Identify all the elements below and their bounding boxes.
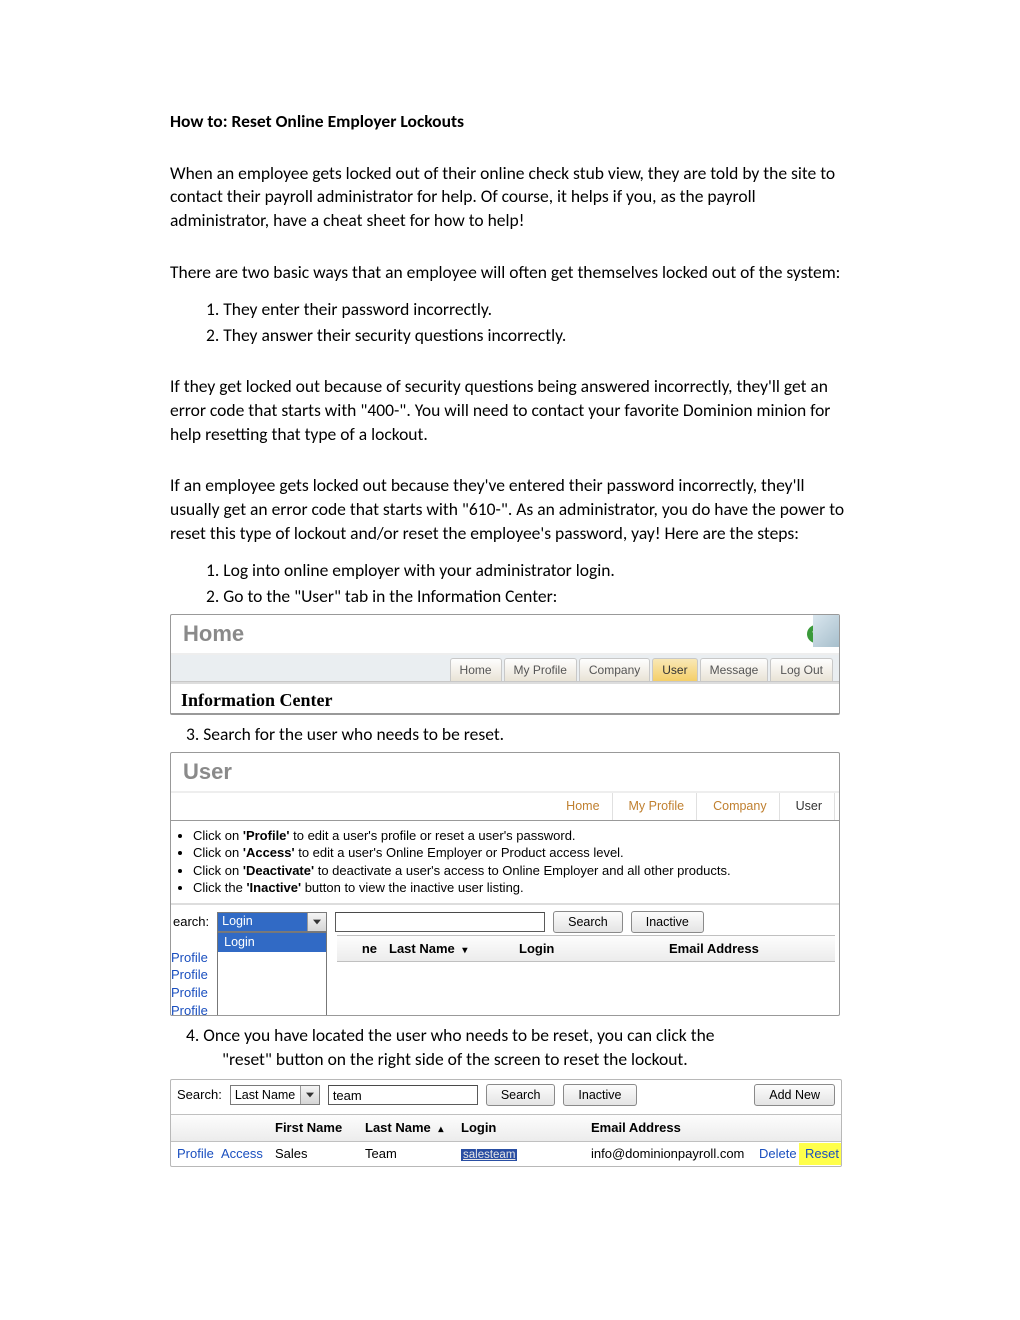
search-input[interactable] — [335, 912, 545, 932]
paragraph-400: If they get locked out because of securi… — [170, 375, 850, 446]
tab2-company[interactable]: Company — [701, 793, 780, 820]
col-email[interactable]: Email Address — [585, 1117, 753, 1139]
inactive-button[interactable]: Inactive — [631, 911, 704, 933]
inactive-button[interactable]: Inactive — [563, 1084, 636, 1106]
col-last-name[interactable]: Last Name ▾ — [383, 938, 513, 960]
step-3: 3. Search for the user who needs to be r… — [170, 723, 850, 747]
chevron-down-icon — [307, 913, 326, 931]
screenshot-user-page: User Home My Profile Company User Click … — [170, 752, 840, 1016]
page-title: How to: Reset Online Employer Lockouts — [170, 110, 850, 134]
steps-1-2: 1. Log into online employer with your ad… — [170, 559, 850, 608]
tab2-my-profile[interactable]: My Profile — [617, 793, 698, 820]
dropdown-option-first-name[interactable]: First Name — [218, 971, 326, 990]
profile-link[interactable]: Profile — [171, 984, 208, 1002]
reason-item-1: 1. They enter their password incorrectly… — [206, 298, 850, 322]
col-ne: ne — [337, 938, 383, 960]
profile-link[interactable]: Profile — [171, 1002, 208, 1016]
tab-log-out[interactable]: Log Out — [770, 658, 833, 681]
row-access-link[interactable]: Access — [215, 1143, 269, 1166]
results-grid-header: First Name Last Name ▴ Login Email Addre… — [171, 1114, 841, 1142]
step-1: 1. Log into online employer with your ad… — [206, 559, 850, 583]
search-input[interactable] — [328, 1085, 478, 1105]
search-type-selected: Login — [222, 913, 253, 930]
tab-message[interactable]: Message — [700, 658, 769, 681]
col-email[interactable]: Email Address — [663, 938, 835, 960]
search-button[interactable]: Search — [553, 911, 623, 933]
table-row: Profile Access Sales Team salesteam info… — [171, 1142, 841, 1167]
row-email: info@dominionpayroll.com — [585, 1143, 753, 1166]
chevron-down-icon — [300, 1086, 319, 1104]
user-page-header: User — [183, 757, 232, 787]
users-grid-header: ne Last Name ▾ Login Email Address — [337, 935, 835, 963]
dropdown-option-company-code[interactable]: Company Code — [218, 1008, 326, 1016]
row-reset-link[interactable]: Reset — [799, 1143, 841, 1166]
add-new-button[interactable]: Add New — [754, 1084, 835, 1106]
search-button[interactable]: Search — [486, 1084, 556, 1106]
search-type-select[interactable]: Login Login Last Name First Name Email A… — [217, 912, 327, 932]
search-type-dropdown-panel[interactable]: Login Last Name First Name Email Address… — [217, 932, 327, 1016]
tab2-home[interactable]: Home — [554, 793, 612, 820]
help-bullet-access: Click on 'Access' to edit a user's Onlin… — [193, 844, 829, 862]
help-bullet-deactivate: Click on 'Deactivate' to deactivate a us… — [193, 862, 829, 880]
step-2: 2. Go to the "User" tab in the Informati… — [206, 585, 850, 609]
col-last-name[interactable]: Last Name ▴ — [359, 1117, 455, 1139]
tab-user[interactable]: User — [652, 658, 697, 681]
dropdown-option-login[interactable]: Login — [218, 933, 326, 952]
dropdown-option-last-name[interactable]: Last Name — [218, 952, 326, 971]
tab-my-profile[interactable]: My Profile — [504, 658, 577, 681]
row-login-link[interactable]: salesteam — [461, 1149, 517, 1161]
help-bullet-profile: Click on 'Profile' to edit a user's prof… — [193, 827, 829, 845]
tab-home[interactable]: Home — [450, 658, 502, 681]
search-label: Search: — [177, 1086, 222, 1104]
sort-desc-icon: ▾ — [462, 944, 467, 958]
search-type-select[interactable]: Last Name — [230, 1085, 320, 1105]
dropdown-option-email-address[interactable]: Email Address — [218, 990, 326, 1009]
page-header-home: Home — [183, 619, 244, 649]
window-corner-decoration — [813, 615, 839, 647]
tab2-user[interactable]: User — [784, 793, 835, 820]
reason-item-2: 2. They answer their security questions … — [206, 324, 850, 348]
paragraph-610: If an employee gets locked out because t… — [170, 474, 850, 545]
information-center-heading: Information Center — [171, 682, 839, 713]
search-label: earch: — [173, 913, 209, 931]
row-profile-link[interactable]: Profile — [171, 1143, 215, 1166]
col-login[interactable]: Login — [513, 938, 663, 960]
row-first-name: Sales — [269, 1143, 359, 1166]
info-center-tabstrip: Home My Profile Company User Message Log… — [171, 655, 839, 682]
row-delete-link[interactable]: Delete — [753, 1143, 799, 1166]
profile-link[interactable]: Profile — [171, 949, 208, 967]
step-4: 4. Once you have located the user who ne… — [170, 1024, 850, 1048]
lockout-reasons-list: 1. They enter their password incorrectly… — [170, 298, 850, 347]
col-login[interactable]: Login — [455, 1117, 585, 1139]
sort-asc-icon: ▴ — [438, 1123, 443, 1137]
search-type-selected: Last Name — [235, 1087, 295, 1104]
profile-link[interactable]: Profile — [171, 966, 208, 984]
screenshot-search-results: Search: Last Name Search Inactive Add Ne… — [170, 1079, 842, 1167]
paragraph-intro-2: There are two basic ways that an employe… — [170, 261, 850, 285]
paragraph-intro-1: When an employee gets locked out of thei… — [170, 162, 850, 233]
row-last-name: Team — [359, 1143, 455, 1166]
tab-company[interactable]: Company — [579, 658, 650, 681]
user-page-help-bullets: Click on 'Profile' to edit a user's prof… — [171, 821, 839, 905]
step-4-continued: "reset" button on the right side of the … — [170, 1048, 850, 1072]
user-page-tabstrip: Home My Profile Company User — [171, 793, 839, 821]
col-first-name[interactable]: First Name — [269, 1117, 359, 1139]
screenshot-home-tabs: Home ? Home My Profile Company User Mess… — [170, 614, 840, 714]
help-bullet-inactive: Click the 'Inactive' button to view the … — [193, 879, 829, 897]
